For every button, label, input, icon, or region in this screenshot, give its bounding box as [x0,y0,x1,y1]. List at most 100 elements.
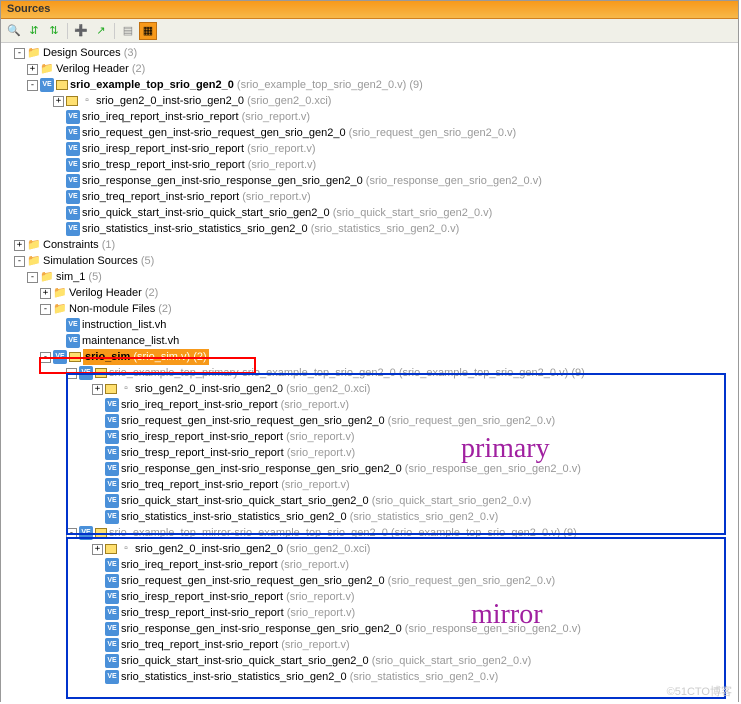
tree-item[interactable]: VEsrio_tresp_report_inst - srio_report (… [1,605,738,621]
watermark: ©51CTO博客 [667,683,732,699]
add-icon[interactable]: ➕ [72,22,90,40]
expand-icon[interactable]: + [92,544,103,555]
tree-item[interactable]: +📁Verilog Header (2) [1,61,738,77]
expand-icon[interactable]: + [53,96,64,107]
verilog-icon: VE [105,670,119,684]
collapse-icon[interactable]: ⇅ [45,22,63,40]
tree-item[interactable]: VEsrio_quick_start_inst - srio_quick_sta… [1,493,738,509]
tree-item[interactable]: +📁Constraints (1) [1,237,738,253]
verilog-icon: VE [105,446,119,460]
file-icon: ▫ [119,382,133,396]
tree-item[interactable]: -📁Design Sources (3) [1,45,738,61]
verilog-icon: VE [105,462,119,476]
tree-item[interactable]: VEsrio_statistics_inst - srio_statistics… [1,509,738,525]
expand-icon[interactable]: + [14,240,25,251]
collapse-icon[interactable]: - [27,80,38,91]
folder-icon: 📁 [40,270,54,284]
verilog-icon: VE [105,622,119,636]
source-tree[interactable]: -📁Design Sources (3) +📁Verilog Header (2… [1,43,738,703]
tree-item[interactable]: +▫srio_gen2_0_inst - srio_gen2_0 (srio_g… [1,93,738,109]
folder-icon: 📁 [40,62,54,76]
verilog-icon: VE [105,398,119,412]
collapse-icon[interactable]: - [27,272,38,283]
verilog-icon: VE [79,366,93,380]
verilog-icon: VE [40,78,54,92]
tree-item[interactable]: -VEsrio_example_top_primary - srio_examp… [1,365,738,381]
hierarchy-icon [56,80,68,90]
tree-item[interactable]: -📁Simulation Sources (5) [1,253,738,269]
tree-item[interactable]: VEsrio_request_gen_inst - srio_request_g… [1,573,738,589]
verilog-icon: VE [105,494,119,508]
hierarchy-icon [95,528,107,538]
tree-item[interactable]: VEinstruction_list.vh [1,317,738,333]
tree-item[interactable]: VEsrio_ireq_report_inst - srio_report (s… [1,109,738,125]
tree-item[interactable]: VEsrio_treq_report_inst - srio_report (s… [1,477,738,493]
collapse-icon[interactable]: - [66,368,77,379]
toolbar: 🔍 ⇵ ⇅ ➕ ↗ ▤ ▦ [1,19,738,43]
expand-icon[interactable]: + [27,64,38,75]
expand-icon[interactable]: + [92,384,103,395]
tree-item[interactable]: VEsrio_ireq_report_inst - srio_report (s… [1,557,738,573]
tree-item[interactable]: +▫srio_gen2_0_inst - srio_gen2_0 (srio_g… [1,541,738,557]
tree-item[interactable]: VEsrio_request_gen_inst - srio_request_g… [1,125,738,141]
doc-icon[interactable]: ▤ [119,22,137,40]
tree-item[interactable]: VEsrio_iresp_report_inst - srio_report (… [1,141,738,157]
collapse-icon[interactable]: - [40,352,51,363]
verilog-icon: VE [66,206,80,220]
tree-item[interactable]: VEsrio_quick_start_inst - srio_quick_sta… [1,205,738,221]
tree-item[interactable]: VEsrio_response_gen_inst - srio_response… [1,173,738,189]
tree-item[interactable]: VEsrio_ireq_report_inst - srio_report (s… [1,397,738,413]
tree-item[interactable]: VEmaintenance_list.vh [1,333,738,349]
tree-item[interactable]: VEsrio_tresp_report_inst - srio_report (… [1,157,738,173]
collapse-icon[interactable]: - [14,256,25,267]
ip-icon [105,544,117,554]
verilog-icon: VE [105,638,119,652]
file-icon: ▫ [80,94,94,108]
tree-item[interactable]: -📁sim_1 (5) [1,269,738,285]
folder-icon: 📁 [27,238,41,252]
verilog-icon: VE [66,126,80,140]
hierarchy-icon [69,352,81,362]
collapse-icon[interactable]: - [40,304,51,315]
expand-icon[interactable]: + [40,288,51,299]
verilog-icon: VE [66,318,80,332]
tree-item[interactable]: VEsrio_response_gen_inst - srio_response… [1,461,738,477]
tree-item[interactable]: +📁Verilog Header (2) [1,285,738,301]
verilog-icon: VE [105,606,119,620]
tree-item[interactable]: VEsrio_statistics_inst - srio_statistics… [1,669,738,685]
tree-item[interactable]: VEsrio_iresp_report_inst - srio_report (… [1,429,738,445]
tree-item[interactable]: -VEsrio_example_top_srio_gen2_0 (srio_ex… [1,77,738,93]
search-icon[interactable]: 🔍 [5,22,23,40]
expand-icon[interactable]: ⇵ [25,22,43,40]
verilog-icon: VE [66,222,80,236]
tree-item[interactable]: VEsrio_statistics_inst - srio_statistics… [1,221,738,237]
tree-item[interactable]: VEsrio_treq_report_inst - srio_report (s… [1,189,738,205]
tree-item[interactable]: VEsrio_tresp_report_inst - srio_report (… [1,445,738,461]
export-icon[interactable]: ↗ [92,22,110,40]
tree-item[interactable]: VEsrio_response_gen_inst - srio_response… [1,621,738,637]
verilog-icon: VE [105,574,119,588]
verilog-icon: VE [66,334,80,348]
verilog-icon: VE [105,414,119,428]
verilog-icon: VE [66,174,80,188]
verilog-icon: VE [79,526,93,540]
file-icon: ▫ [119,542,133,556]
tree-item[interactable]: VEsrio_iresp_report_inst - srio_report (… [1,589,738,605]
tree-item[interactable]: VEsrio_treq_report_inst - srio_report (s… [1,637,738,653]
verilog-icon: VE [66,142,80,156]
tree-item[interactable]: VEsrio_quick_start_inst - srio_quick_sta… [1,653,738,669]
verilog-icon: VE [105,590,119,604]
folder-icon: 📁 [27,46,41,60]
collapse-icon[interactable]: - [14,48,25,59]
verilog-icon: VE [105,510,119,524]
tree-item[interactable]: -📁Non-module Files (2) [1,301,738,317]
settings-icon[interactable]: ▦ [139,22,157,40]
tree-item[interactable]: -VEsrio_example_top_mirror - srio_exampl… [1,525,738,541]
ip-icon [105,384,117,394]
tree-item[interactable]: +▫srio_gen2_0_inst - srio_gen2_0 (srio_g… [1,381,738,397]
ip-icon [66,96,78,106]
collapse-icon[interactable]: - [66,528,77,539]
tree-item[interactable]: VEsrio_request_gen_inst - srio_request_g… [1,413,738,429]
verilog-icon: VE [105,430,119,444]
tree-item-selected[interactable]: -VEsrio_sim (srio_sim.v) (2) [1,349,738,365]
